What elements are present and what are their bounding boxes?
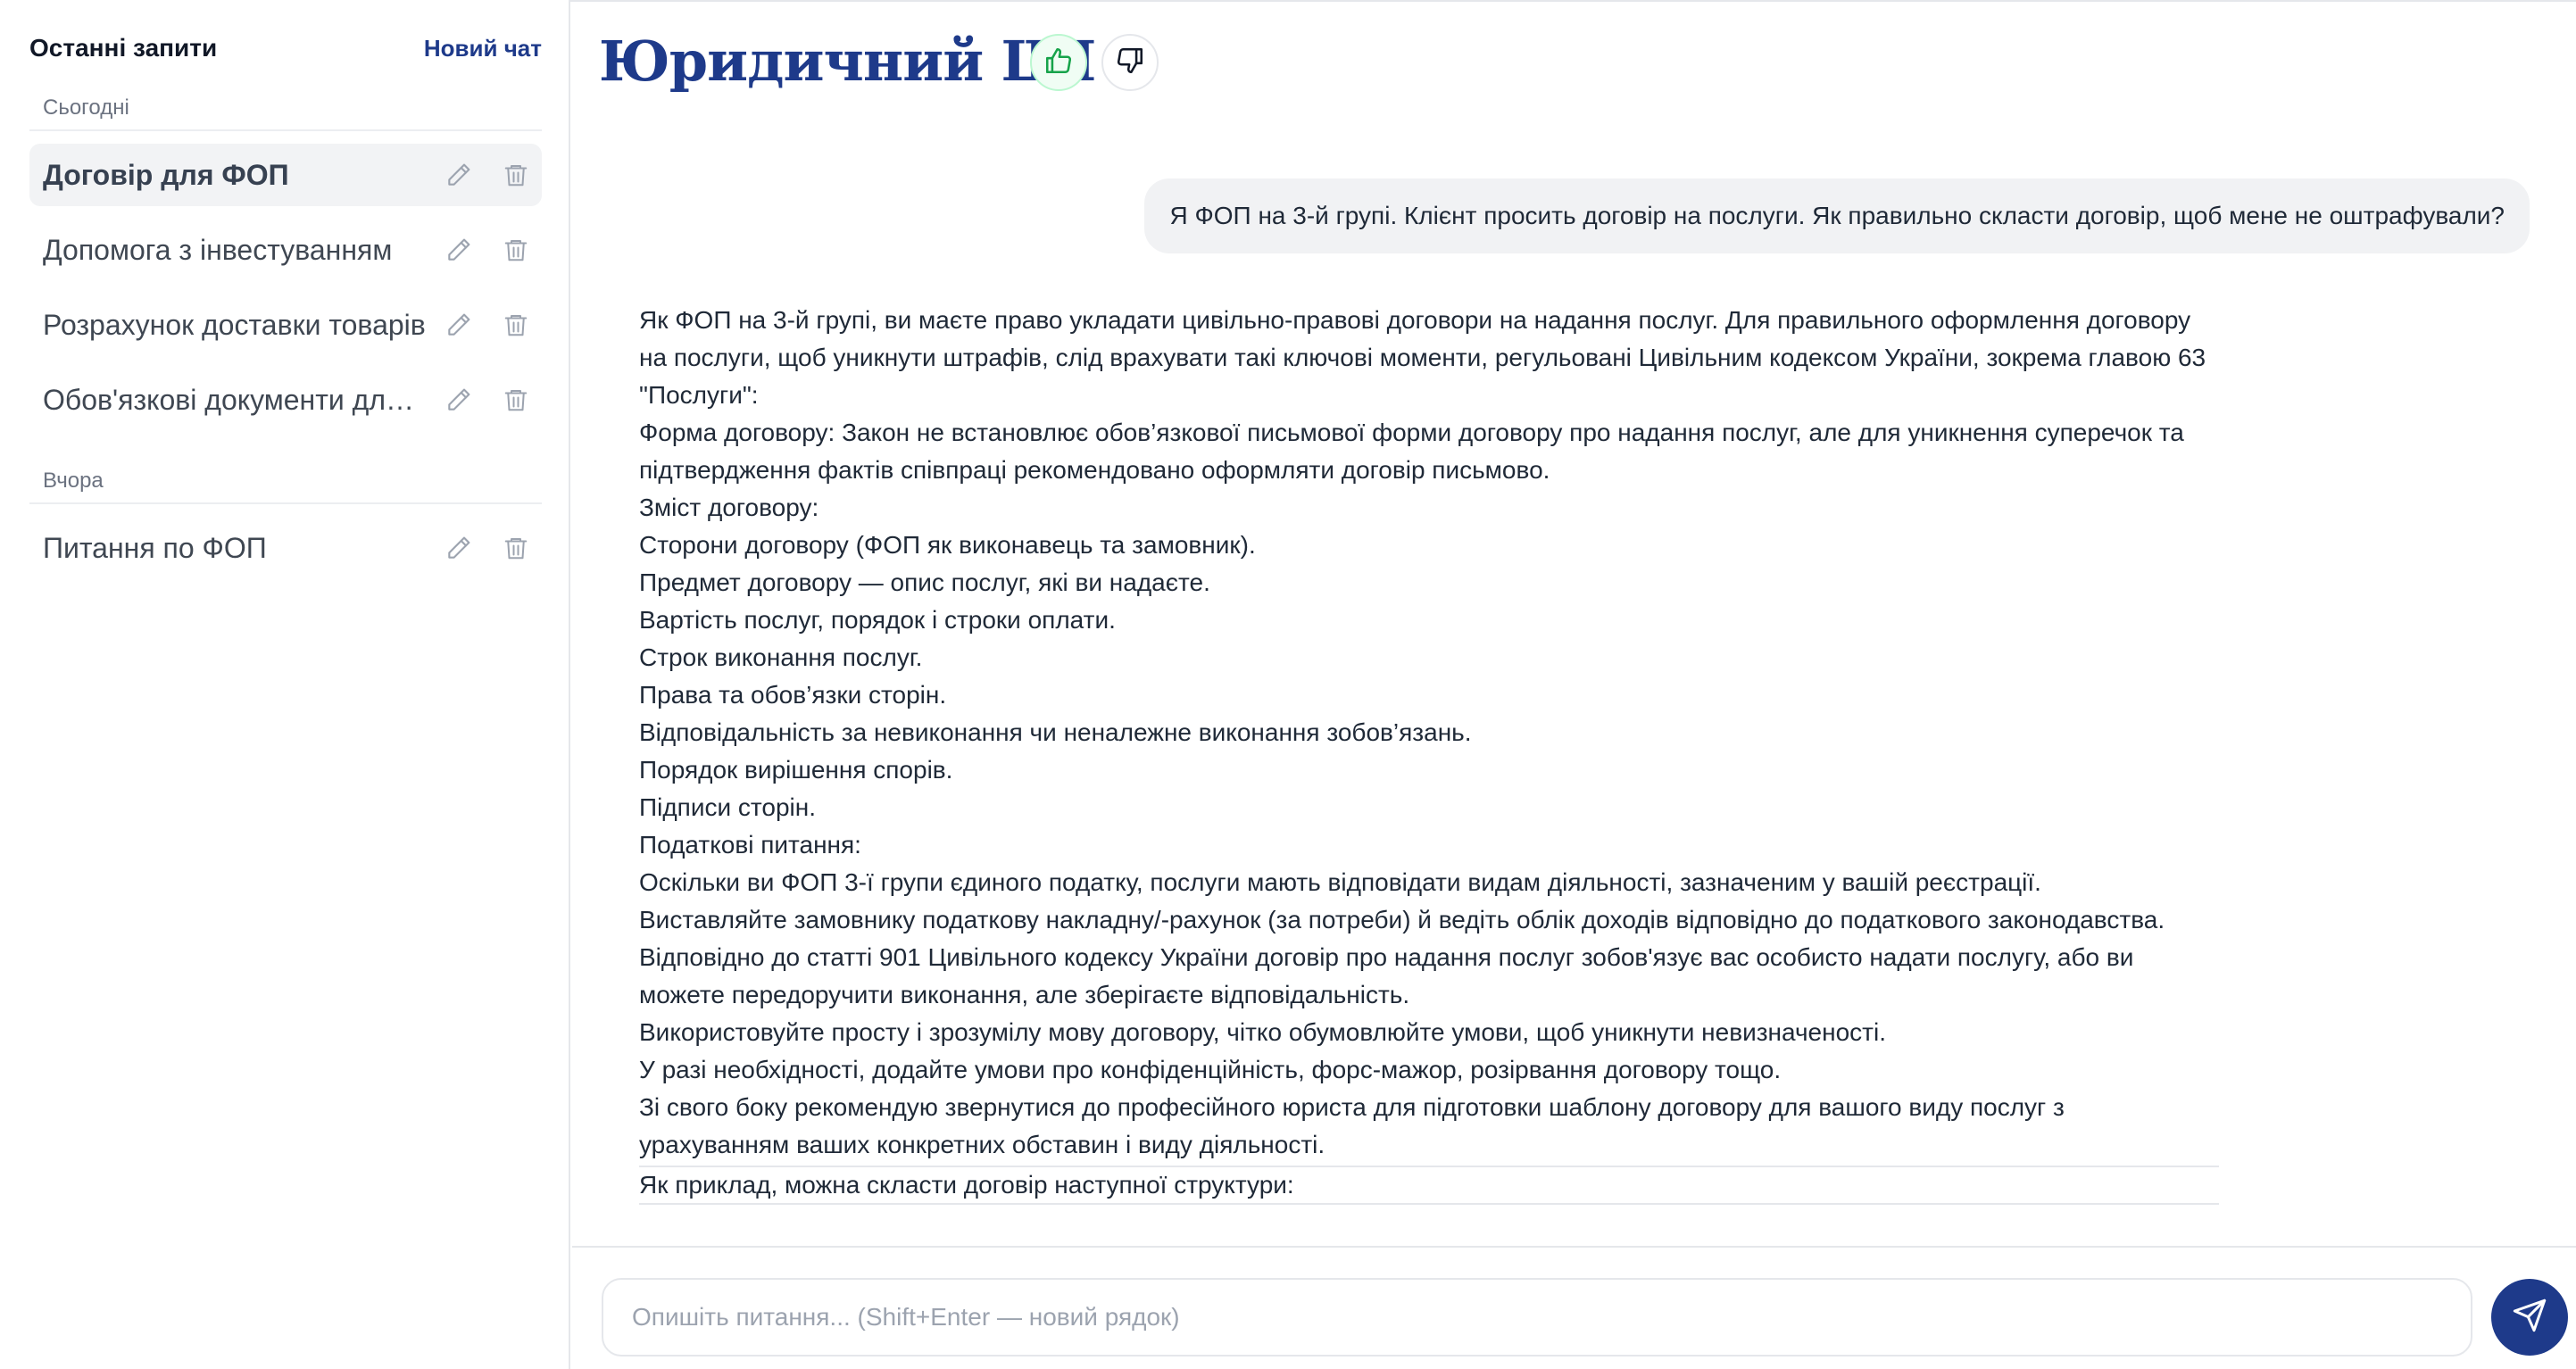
divider xyxy=(29,502,542,504)
pencil-icon[interactable] xyxy=(443,159,475,191)
answer-paragraph: Відповідно до статті 901 Цивільного коде… xyxy=(639,943,2134,1008)
history-item-label: Обов'язкові документи для ФОП xyxy=(43,384,427,416)
thumbs-down-icon xyxy=(1115,46,1145,80)
answer-paragraph: Податкові питання: xyxy=(639,831,861,859)
answer-list-item: Оскільки ви ФОП 3-ї групи єдиного податк… xyxy=(639,868,2041,896)
answer-list-item: Предмет договору — опис послуг, які ви н… xyxy=(639,568,1210,596)
history-item-label: Допомога з інвестуванням xyxy=(43,234,393,266)
history-item[interactable]: Питання по ФОП xyxy=(29,517,542,579)
trash-icon[interactable] xyxy=(500,532,532,564)
new-chat-button[interactable]: Новий чат xyxy=(424,32,542,64)
history-item[interactable]: Допомога з інвестуванням xyxy=(29,219,542,281)
composer xyxy=(602,1278,2472,1357)
chat-thread: Я ФОП на 3-й групі. Клієнт просить догов… xyxy=(572,143,2576,1245)
history-item[interactable]: Обов'язкові документи для ФОП xyxy=(29,369,542,431)
pencil-icon[interactable] xyxy=(443,532,475,564)
answer-paragraph: У разі необхідності, додайте умови про к… xyxy=(639,1056,1782,1083)
history-item[interactable]: Розрахунок доставки товарів xyxy=(29,294,542,356)
assistant-message: Як ФОП на 3-й групі, ви маєте право укла… xyxy=(639,302,2219,1205)
answer-paragraph: Форма договору: Закон не встановлює обов… xyxy=(639,419,2184,484)
sidebar: Останні запити Новий чат Сьогодні Догові… xyxy=(0,0,570,1369)
history-item-label: Питання по ФОП xyxy=(43,532,267,564)
group-label-today: Сьогодні xyxy=(43,95,129,120)
group-label-yesterday: Вчора xyxy=(43,469,104,493)
history-item[interactable]: Договір для ФОП xyxy=(29,144,542,206)
answer-paragraph: Зі свого боку рекомендую звернутися до п… xyxy=(639,1093,2065,1158)
answer-list-item: Вартість послуг, порядок і строки оплати… xyxy=(639,606,1116,634)
history-item-label: Розрахунок доставки товарів xyxy=(43,309,426,341)
answer-list-item: Права та обов’язки сторін. xyxy=(639,681,947,709)
answer-list-item: Сторони договору (ФОП як виконавець та з… xyxy=(639,531,1256,559)
divider xyxy=(29,129,542,131)
trash-icon[interactable] xyxy=(500,234,532,266)
pencil-icon[interactable] xyxy=(443,234,475,266)
answer-paragraph: Як приклад, можна скласти договір наступ… xyxy=(639,1166,2219,1205)
history-item-label: Договір для ФОП xyxy=(43,159,289,191)
pencil-icon[interactable] xyxy=(443,384,475,416)
like-button[interactable] xyxy=(1030,34,1087,91)
answer-paragraph: Як ФОП на 3-й групі, ви маєте право укла… xyxy=(639,306,2206,409)
message-input[interactable] xyxy=(603,1280,2471,1355)
sidebar-header: Останні запити Новий чат xyxy=(29,32,542,64)
trash-icon[interactable] xyxy=(500,384,532,416)
dislike-button[interactable] xyxy=(1101,34,1159,91)
answer-list-item: Виставляйте замовнику податкову накладну… xyxy=(639,906,2165,933)
composer-bar xyxy=(572,1246,2576,1369)
pencil-icon[interactable] xyxy=(443,309,475,341)
user-message: Я ФОП на 3-й групі. Клієнт просить догов… xyxy=(1144,178,2530,253)
answer-list-item: Відповідальність за невиконання чи ненал… xyxy=(639,718,1472,746)
page-title: Юридичний ШІ xyxy=(599,29,1096,94)
main-panel: Юридичний ШІ Я ФОП на 3-й групі. Клієнт … xyxy=(572,0,2576,1369)
thumbs-up-icon xyxy=(1043,46,1074,80)
answer-list-item: Порядок вирішення спорів. xyxy=(639,756,953,784)
answer-list-item: Підписи сторін. xyxy=(639,793,817,821)
answer-list-item: Строк виконання послуг. xyxy=(639,643,923,671)
sidebar-title: Останні запити xyxy=(29,34,218,62)
paper-plane-icon xyxy=(2512,1298,2547,1338)
send-button[interactable] xyxy=(2491,1279,2568,1356)
answer-paragraph: Зміст договору: xyxy=(639,494,819,521)
trash-icon[interactable] xyxy=(500,309,532,341)
trash-icon[interactable] xyxy=(500,159,532,191)
answer-paragraph: Використовуйте просту і зрозумілу мову д… xyxy=(639,1018,1886,1046)
